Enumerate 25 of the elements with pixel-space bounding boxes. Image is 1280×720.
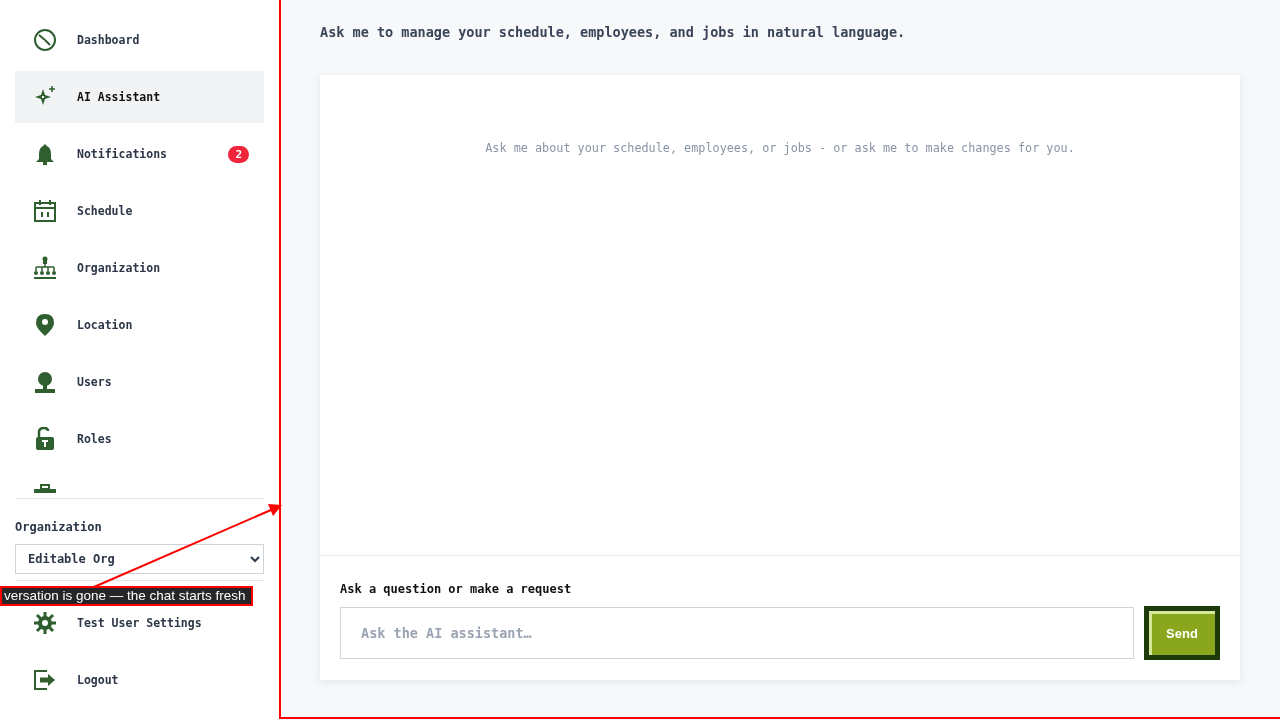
nav-item[interactable]: Location [15,299,264,351]
nav-item[interactable]: Users [15,356,264,408]
field-label: Organization [15,520,103,534]
annotation-tooltip: versation is gone — the chat starts fresh [0,586,253,606]
nav-item[interactable]: Notifications 2 [15,128,264,180]
map-pin-icon [33,313,57,337]
nav-item[interactable]: AI Assistant [15,71,264,123]
nav-item[interactable]: Test User Settings [15,608,264,638]
nav-item[interactable]: Roles [15,413,264,465]
org-chart-icon [33,256,57,280]
input-field[interactable]: Ask the AI assistant… [340,607,1134,659]
nav-item[interactable]: Organization [15,242,264,294]
empty-message: Ask me about your schedule, employees, or jobs - or ask me to make changes for you. [485,141,1075,157]
nav-item[interactable]: Dashboard [15,14,264,66]
intro-text: Ask me to manage your schedule, employees, and jobs in natural language. [320,24,907,40]
nav-item[interactable]: Logout [15,665,264,695]
nav-item[interactable]: Schedule [15,185,264,237]
logout-icon [33,668,57,692]
user-icon [33,370,57,394]
field-label: Ask a question or make a request [340,582,573,596]
org-select[interactable]: Editable Org [15,544,264,574]
count-badge: 2 [228,145,249,163]
calendar-icon [33,199,57,223]
padlock-icon [33,427,57,451]
gear-icon [33,611,57,635]
